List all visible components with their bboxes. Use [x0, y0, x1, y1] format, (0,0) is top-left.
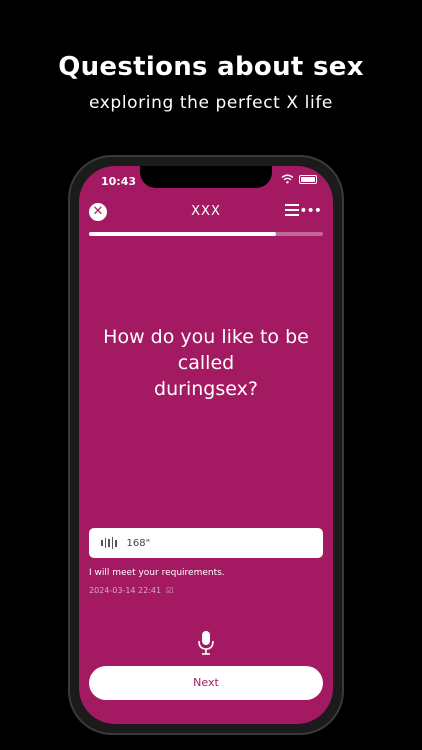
progress-bar: [89, 232, 323, 236]
timestamp-text: 2024-03-14 22:41: [89, 586, 162, 595]
reply-text: I will meet your requirements.: [89, 568, 225, 578]
voice-duration: 168": [126, 537, 151, 549]
question-line-1: How do you like to be: [103, 326, 309, 348]
menu-icon[interactable]: [285, 203, 299, 217]
more-icon[interactable]: •••: [299, 203, 322, 219]
progress-fill: [89, 232, 277, 236]
wave-icon: [101, 537, 117, 549]
voice-message[interactable]: 168": [89, 528, 323, 558]
status-icons: [281, 174, 317, 184]
question-text: How do you like to be called duringsex?: [89, 324, 323, 402]
microphone-icon[interactable]: [196, 630, 216, 656]
app-screen: 10:43 ✕ XXX ••• How do you like to be ca…: [79, 166, 333, 724]
battery-icon: [299, 174, 317, 184]
question-line-2: called: [177, 352, 235, 374]
wifi-icon: [281, 174, 294, 184]
question-line-3: duringsex?: [154, 378, 258, 400]
copy-icon[interactable]: ☑: [164, 586, 173, 595]
promo-headline: Questions about sex: [58, 52, 364, 82]
status-time: 10:43: [101, 175, 137, 188]
phone-frame: 10:43 ✕ XXX ••• How do you like to be ca…: [68, 155, 344, 735]
notch: [140, 166, 272, 188]
timestamp: 2024-03-14 22:41 ☑: [89, 586, 173, 595]
promo-subline: exploring the perfect X life: [89, 93, 333, 113]
next-button[interactable]: Next: [89, 666, 323, 700]
